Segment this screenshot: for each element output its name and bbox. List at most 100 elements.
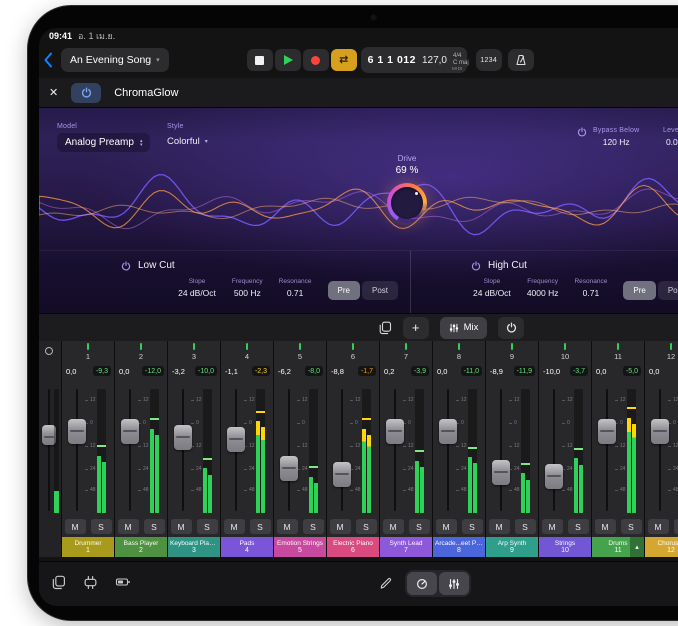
fader-handle[interactable] — [333, 462, 351, 487]
mix-view-button[interactable]: Mix — [440, 317, 488, 339]
mixer-power-button[interactable] — [498, 317, 524, 339]
channel-header[interactable]: 3 — [168, 341, 220, 363]
channel-header[interactable]: 1 — [62, 341, 114, 363]
channel-header[interactable]: 12 — [645, 341, 678, 363]
fader-handle[interactable] — [280, 456, 298, 481]
fader-handle[interactable] — [651, 419, 669, 444]
channel-header[interactable]: 6 — [327, 341, 379, 363]
mute-button[interactable]: M — [489, 519, 510, 534]
faders-view-button[interactable] — [439, 572, 469, 595]
count-in-button[interactable]: 1234 — [476, 49, 502, 71]
low-cut-slope[interactable]: Slope 24 dB/Oct — [178, 278, 216, 298]
cycle-button[interactable]: ⇄ — [331, 49, 357, 71]
fader-track[interactable] — [341, 389, 343, 511]
channel-header[interactable]: 2 — [115, 341, 167, 363]
fader-track[interactable] — [447, 389, 449, 511]
plugin-power-button[interactable] — [71, 83, 101, 103]
mute-button[interactable]: M — [118, 519, 139, 534]
connector-button[interactable] — [83, 575, 98, 595]
fader-track[interactable] — [394, 389, 396, 511]
channel-header[interactable]: 7 — [380, 341, 432, 363]
channel-header[interactable]: 11 — [592, 341, 644, 363]
fader-handle[interactable] — [598, 419, 616, 444]
channel-header[interactable]: 10 — [539, 341, 591, 363]
mute-button[interactable]: M — [330, 519, 351, 534]
style-select[interactable]: Style Colorful ▾ — [167, 123, 208, 147]
fader-handle[interactable] — [121, 419, 139, 444]
model-select[interactable]: Model Analog Preamp ▴ ▾ — [57, 123, 150, 152]
duplicate-button[interactable] — [51, 575, 66, 595]
track-label[interactable]: Emotion Strings 5 ▴ — [274, 537, 326, 557]
channel-header[interactable]: 5 — [274, 341, 326, 363]
collapse-chevron[interactable]: ▴ — [630, 537, 644, 557]
solo-button[interactable]: S — [515, 519, 536, 534]
track-label[interactable]: Arp Synth 9 ▴ — [486, 537, 538, 557]
mute-button[interactable]: M — [224, 519, 245, 534]
high-cut-frequency[interactable]: Frequency 4000 Hz — [527, 278, 559, 298]
track-label[interactable]: Pads 4 ▴ — [221, 537, 273, 557]
channel-header[interactable]: 8 — [433, 341, 485, 363]
play-button[interactable] — [275, 49, 301, 71]
stop-button[interactable] — [247, 49, 273, 71]
high-cut-slope[interactable]: Slope 24 dB/Oct — [473, 278, 511, 298]
track-label[interactable]: Strings 10 ▴ — [539, 537, 591, 557]
solo-button[interactable]: S — [250, 519, 271, 534]
lcd-display[interactable]: 6 1 1 012 127,0 4/4 C maj MIDI — [361, 47, 467, 73]
solo-button[interactable]: S — [197, 519, 218, 534]
fader-track[interactable] — [500, 389, 502, 511]
low-cut-power-button[interactable] — [121, 261, 131, 271]
mute-button[interactable]: M — [65, 519, 86, 534]
battery-button[interactable] — [115, 575, 131, 595]
fader-track[interactable] — [76, 389, 78, 511]
low-cut-pre-button[interactable]: Pre — [328, 281, 360, 300]
paste-button[interactable] — [378, 321, 392, 335]
fader-track[interactable] — [553, 389, 555, 511]
drive-knob[interactable] — [387, 183, 427, 223]
track-label[interactable]: Drummer 1 ▴ — [62, 537, 114, 557]
fader-track[interactable] — [288, 389, 290, 511]
song-title-button[interactable]: An Evening Song ▾ — [61, 48, 169, 72]
mute-button[interactable]: M — [171, 519, 192, 534]
track-label[interactable]: Chorus V 12 ▴ — [645, 537, 678, 557]
track-label[interactable]: Keyboard Player 3 ▴ — [168, 537, 220, 557]
track-label[interactable]: Synth Lead 7 ▴ — [380, 537, 432, 557]
close-plugin-button[interactable]: ✕ — [49, 86, 58, 99]
fader-handle[interactable] — [492, 460, 510, 485]
track-label[interactable]: Bass Player 2 ▴ — [115, 537, 167, 557]
track-label[interactable]: Arcade...eet Pad 8 ▴ — [433, 537, 485, 557]
metronome-button[interactable] — [508, 49, 534, 71]
fader-track[interactable] — [182, 389, 184, 511]
mute-button[interactable]: M — [595, 519, 616, 534]
plugins-view-button[interactable] — [407, 572, 437, 595]
add-track-button[interactable]: + — [403, 317, 429, 339]
mute-button[interactable]: M — [383, 519, 404, 534]
edit-button[interactable] — [379, 577, 392, 590]
low-cut-resonance[interactable]: Resonance 0.71 — [279, 278, 312, 298]
bypass-below-control[interactable]: Bypass Below 120 Hz — [577, 127, 639, 147]
mute-button[interactable]: M — [542, 519, 563, 534]
fader-handle[interactable] — [227, 427, 245, 452]
solo-button[interactable]: S — [674, 519, 678, 534]
track-label[interactable]: Drums 11 ▴ — [592, 537, 644, 557]
level-control[interactable]: Level 0.0 — [663, 127, 678, 147]
high-cut-resonance[interactable]: Resonance 0.71 — [574, 278, 607, 298]
solo-button[interactable]: S — [409, 519, 430, 534]
record-button[interactable] — [303, 49, 329, 71]
high-cut-post-button[interactable]: Post — [658, 281, 678, 300]
mute-button[interactable]: M — [277, 519, 298, 534]
low-cut-post-button[interactable]: Post — [362, 281, 398, 300]
fader-handle[interactable] — [174, 425, 192, 450]
mute-button[interactable]: M — [436, 519, 457, 534]
solo-button[interactable]: S — [356, 519, 377, 534]
track-label[interactable]: Electric Piano 6 ▴ — [327, 537, 379, 557]
channel-header[interactable]: 4 — [221, 341, 273, 363]
fader-track[interactable] — [606, 389, 608, 511]
solo-button[interactable]: S — [303, 519, 324, 534]
high-cut-pre-button[interactable]: Pre — [623, 281, 655, 300]
high-cut-power-button[interactable] — [471, 261, 481, 271]
channel-header[interactable]: 9 — [486, 341, 538, 363]
solo-button[interactable]: S — [568, 519, 589, 534]
low-cut-frequency[interactable]: Frequency 500 Hz — [232, 278, 263, 298]
solo-button[interactable]: S — [144, 519, 165, 534]
back-button[interactable] — [43, 52, 53, 68]
